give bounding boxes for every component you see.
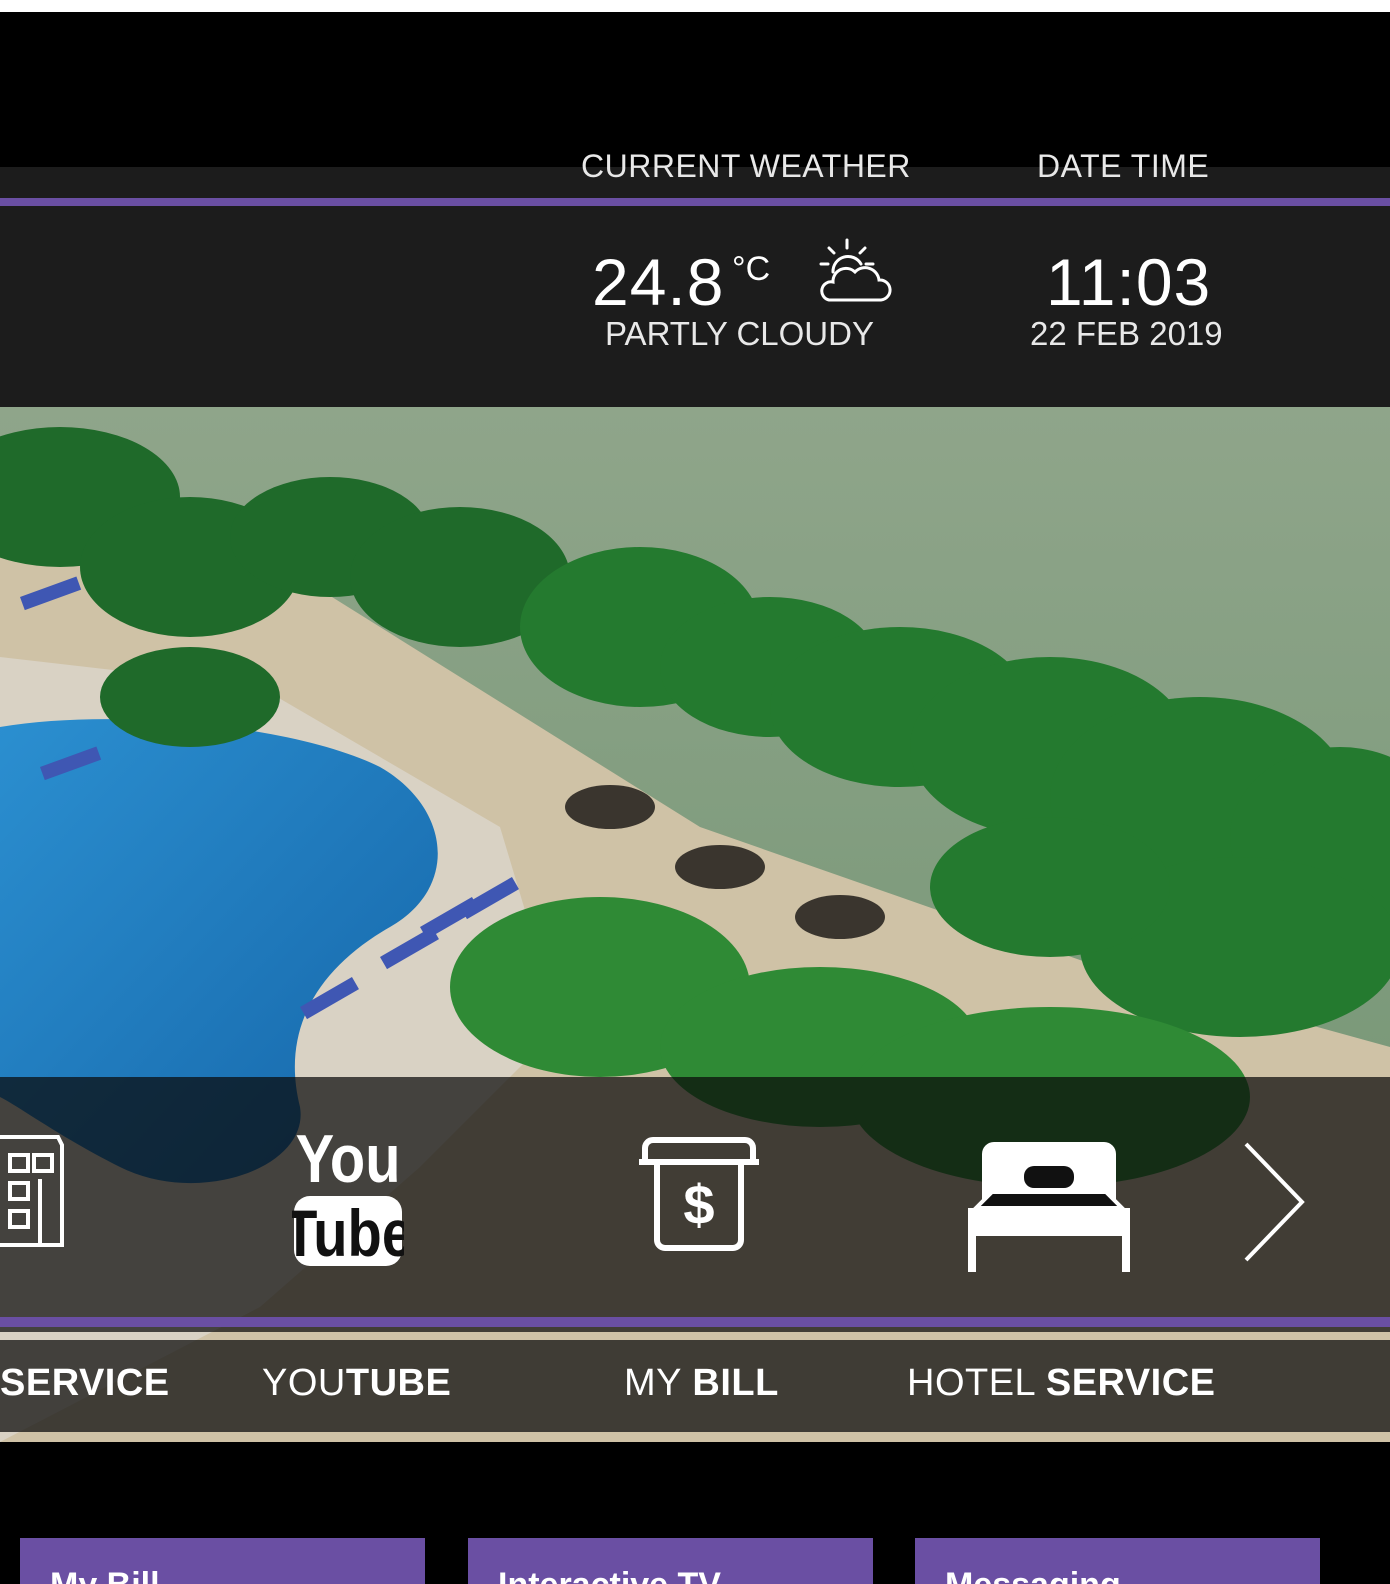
dock-label-youtube[interactable]: YOUTUBE [262, 1362, 451, 1405]
card-interactive-tv[interactable]: Interactive TV [468, 1538, 873, 1584]
chevron-right-icon [1244, 1142, 1305, 1262]
building-icon [0, 1135, 64, 1247]
weather-condition: PARTLY CLOUDY [605, 315, 874, 352]
partly-cloudy-icon [819, 238, 892, 302]
dock-label-my-bill[interactable]: MY BILL [624, 1362, 779, 1405]
dock-item-hotel-service[interactable] [966, 1136, 1132, 1274]
svg-text:$: $ [683, 1173, 714, 1236]
temperature-unit: °C [732, 250, 771, 288]
dock-next-button[interactable] [1240, 1140, 1310, 1264]
datetime-heading: DATE TIME [1037, 148, 1210, 184]
weather-heading: CURRENT WEATHER [581, 148, 911, 184]
dock-accent-line [0, 1317, 1390, 1327]
card-my-bill[interactable]: My Bill [20, 1538, 425, 1584]
clock-time: 11:03 [1046, 245, 1212, 319]
temperature-value: 24.8 [592, 245, 725, 319]
svg-text:You: You [296, 1122, 401, 1197]
clock-date: 22 FEB 2019 [1030, 315, 1223, 352]
dock-labels: SERVICE YOUTUBE MY BILL HOTEL SERVICE [0, 1340, 1390, 1432]
bed-icon [968, 1142, 1130, 1272]
dock-item-youtube[interactable]: You Tube [283, 1120, 413, 1270]
tv-home-screen: CURRENT WEATHER DATE TIME 24.8 °C PARTLY… [0, 12, 1390, 1584]
bill-icon: $ [639, 1137, 759, 1251]
dock-label-hotel-service[interactable]: HOTEL SERVICE [907, 1362, 1215, 1405]
dock-label-service[interactable]: SERVICE [0, 1362, 170, 1405]
header-accent-line [0, 198, 1390, 206]
svg-text:Tube: Tube [292, 1197, 404, 1270]
dock-item-service[interactable] [0, 1127, 64, 1247]
dock-item-my-bill[interactable]: $ [637, 1134, 762, 1254]
youtube-icon: You Tube [283, 1122, 413, 1270]
card-messaging[interactable]: Messaging [915, 1538, 1320, 1584]
